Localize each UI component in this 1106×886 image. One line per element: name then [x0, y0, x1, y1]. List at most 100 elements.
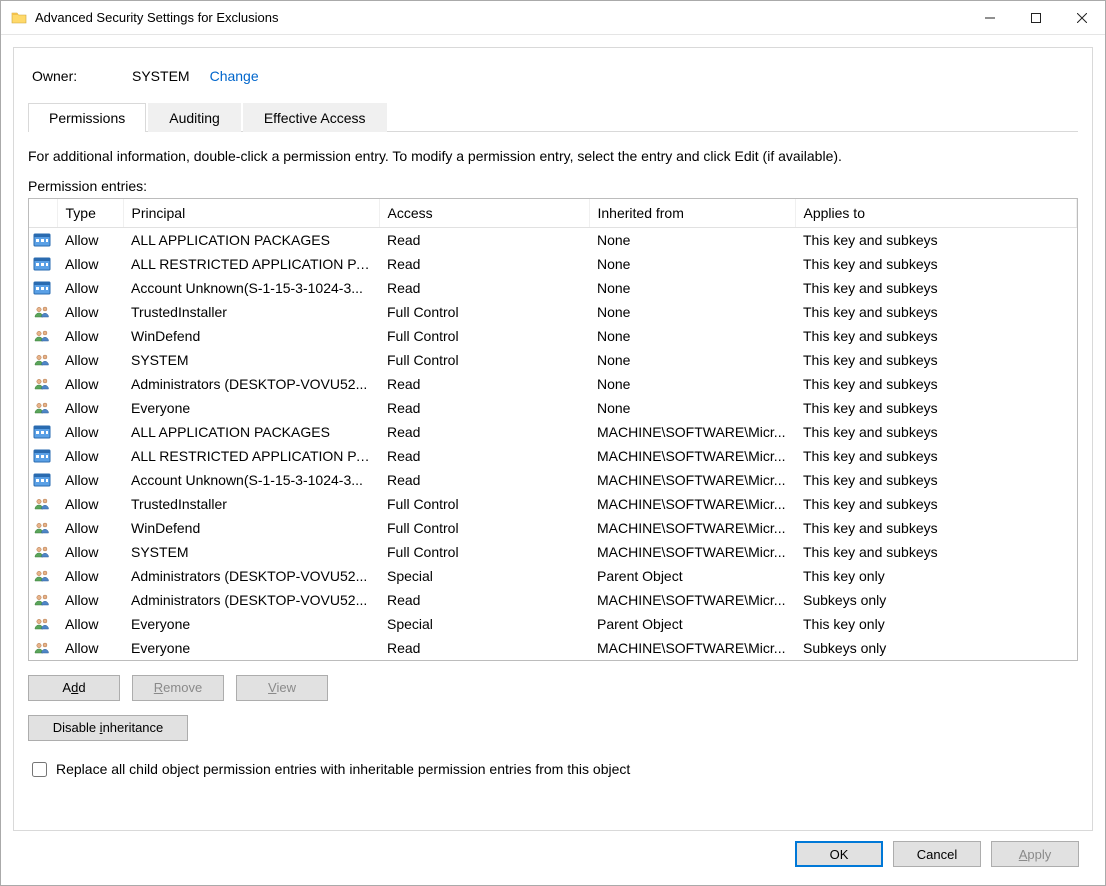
- cell-type: Allow: [57, 612, 123, 636]
- replace-children-label: Replace all child object permission entr…: [56, 761, 630, 777]
- cell-principal: Everyone: [123, 636, 379, 660]
- package-icon: [29, 252, 57, 276]
- table-row[interactable]: AllowSYSTEMFull ControlNoneThis key and …: [29, 348, 1077, 372]
- table-header-row: Type Principal Access Inherited from App…: [29, 199, 1077, 228]
- col-applies[interactable]: Applies to: [795, 199, 1077, 228]
- cell-inherited: None: [589, 252, 795, 276]
- cell-applies: This key and subkeys: [795, 540, 1077, 564]
- cancel-button[interactable]: Cancel: [893, 841, 981, 867]
- cell-type: Allow: [57, 636, 123, 660]
- group-icon: [29, 540, 57, 564]
- cell-inherited: MACHINE\SOFTWARE\Micr...: [589, 540, 795, 564]
- table-row[interactable]: AllowALL RESTRICTED APPLICATION PAC...Re…: [29, 444, 1077, 468]
- package-icon: [29, 228, 57, 252]
- cell-principal: Administrators (DESKTOP-VOVU52...: [123, 588, 379, 612]
- table-row[interactable]: AllowWinDefendFull ControlNoneThis key a…: [29, 324, 1077, 348]
- cell-principal: SYSTEM: [123, 540, 379, 564]
- table-row[interactable]: AllowAccount Unknown(S-1-15-3-1024-3...R…: [29, 468, 1077, 492]
- cell-principal: Everyone: [123, 396, 379, 420]
- col-principal[interactable]: Principal: [123, 199, 379, 228]
- cell-type: Allow: [57, 516, 123, 540]
- cell-type: Allow: [57, 300, 123, 324]
- group-icon: [29, 564, 57, 588]
- table-row[interactable]: AllowAdministrators (DESKTOP-VOVU52...Re…: [29, 588, 1077, 612]
- folder-icon: [11, 10, 27, 26]
- add-button[interactable]: Add: [28, 675, 120, 701]
- action-buttons: Add Remove View: [28, 675, 1078, 701]
- apply-button[interactable]: Apply: [991, 841, 1079, 867]
- cell-applies: This key and subkeys: [795, 228, 1077, 252]
- cell-type: Allow: [57, 468, 123, 492]
- owner-row: Owner: SYSTEM Change: [32, 68, 1078, 84]
- cell-type: Allow: [57, 372, 123, 396]
- table-row[interactable]: AllowALL APPLICATION PACKAGESReadMACHINE…: [29, 420, 1077, 444]
- cell-type: Allow: [57, 444, 123, 468]
- cell-inherited: None: [589, 372, 795, 396]
- table-row[interactable]: AllowEveryoneSpecialParent ObjectThis ke…: [29, 612, 1077, 636]
- cell-applies: This key and subkeys: [795, 324, 1077, 348]
- cell-type: Allow: [57, 396, 123, 420]
- table-row[interactable]: AllowSYSTEMFull ControlMACHINE\SOFTWARE\…: [29, 540, 1077, 564]
- col-icon[interactable]: [29, 199, 57, 228]
- cell-inherited: MACHINE\SOFTWARE\Micr...: [589, 492, 795, 516]
- tab-auditing[interactable]: Auditing: [148, 103, 241, 132]
- cell-type: Allow: [57, 420, 123, 444]
- table-row[interactable]: AllowTrustedInstallerFull ControlNoneThi…: [29, 300, 1077, 324]
- cell-access: Read: [379, 636, 589, 660]
- cell-access: Read: [379, 276, 589, 300]
- table-row[interactable]: AllowAdministrators (DESKTOP-VOVU52...Sp…: [29, 564, 1077, 588]
- table-row[interactable]: AllowALL APPLICATION PACKAGESReadNoneThi…: [29, 228, 1077, 252]
- cell-inherited: MACHINE\SOFTWARE\Micr...: [589, 420, 795, 444]
- cell-type: Allow: [57, 564, 123, 588]
- remove-button[interactable]: Remove: [132, 675, 224, 701]
- minimize-button[interactable]: [967, 2, 1013, 34]
- table-row[interactable]: AllowALL RESTRICTED APPLICATION PAC...Re…: [29, 252, 1077, 276]
- replace-children-checkbox[interactable]: [32, 762, 47, 777]
- owner-label: Owner:: [32, 68, 122, 84]
- table-row[interactable]: AllowWinDefendFull ControlMACHINE\SOFTWA…: [29, 516, 1077, 540]
- cell-applies: This key and subkeys: [795, 516, 1077, 540]
- tab-permissions[interactable]: Permissions: [28, 103, 146, 132]
- cell-access: Read: [379, 372, 589, 396]
- cell-type: Allow: [57, 588, 123, 612]
- cell-principal: Account Unknown(S-1-15-3-1024-3...: [123, 276, 379, 300]
- cell-inherited: MACHINE\SOFTWARE\Micr...: [589, 468, 795, 492]
- cell-access: Special: [379, 612, 589, 636]
- table-row[interactable]: AllowEveryoneReadMACHINE\SOFTWARE\Micr..…: [29, 636, 1077, 660]
- cell-applies: This key only: [795, 612, 1077, 636]
- table-row[interactable]: AllowEveryoneReadNoneThis key and subkey…: [29, 396, 1077, 420]
- view-button[interactable]: View: [236, 675, 328, 701]
- dialog-footer: OK Cancel Apply: [13, 831, 1093, 879]
- group-icon: [29, 396, 57, 420]
- permissions-table[interactable]: Type Principal Access Inherited from App…: [29, 199, 1077, 660]
- cell-access: Read: [379, 396, 589, 420]
- cell-type: Allow: [57, 252, 123, 276]
- table-row[interactable]: AllowTrustedInstallerFull ControlMACHINE…: [29, 492, 1077, 516]
- cell-applies: This key and subkeys: [795, 276, 1077, 300]
- cell-inherited: None: [589, 324, 795, 348]
- ok-button[interactable]: OK: [795, 841, 883, 867]
- cell-access: Read: [379, 228, 589, 252]
- cell-access: Full Control: [379, 516, 589, 540]
- tab-effective-access[interactable]: Effective Access: [243, 103, 387, 132]
- group-icon: [29, 516, 57, 540]
- cell-inherited: None: [589, 228, 795, 252]
- cell-applies: This key and subkeys: [795, 444, 1077, 468]
- cell-applies: This key and subkeys: [795, 468, 1077, 492]
- cell-applies: This key and subkeys: [795, 348, 1077, 372]
- table-row[interactable]: AllowAccount Unknown(S-1-15-3-1024-3...R…: [29, 276, 1077, 300]
- col-access[interactable]: Access: [379, 199, 589, 228]
- table-row[interactable]: AllowAdministrators (DESKTOP-VOVU52...Re…: [29, 372, 1077, 396]
- cell-inherited: MACHINE\SOFTWARE\Micr...: [589, 444, 795, 468]
- cell-access: Full Control: [379, 540, 589, 564]
- disable-inheritance-button[interactable]: Disable inheritance: [28, 715, 188, 741]
- maximize-button[interactable]: [1013, 2, 1059, 34]
- col-type[interactable]: Type: [57, 199, 123, 228]
- close-button[interactable]: [1059, 2, 1105, 34]
- cell-inherited: Parent Object: [589, 564, 795, 588]
- owner-value: SYSTEM: [132, 68, 190, 84]
- change-owner-link[interactable]: Change: [210, 68, 259, 84]
- group-icon: [29, 636, 57, 660]
- col-inherited[interactable]: Inherited from: [589, 199, 795, 228]
- cell-applies: This key and subkeys: [795, 372, 1077, 396]
